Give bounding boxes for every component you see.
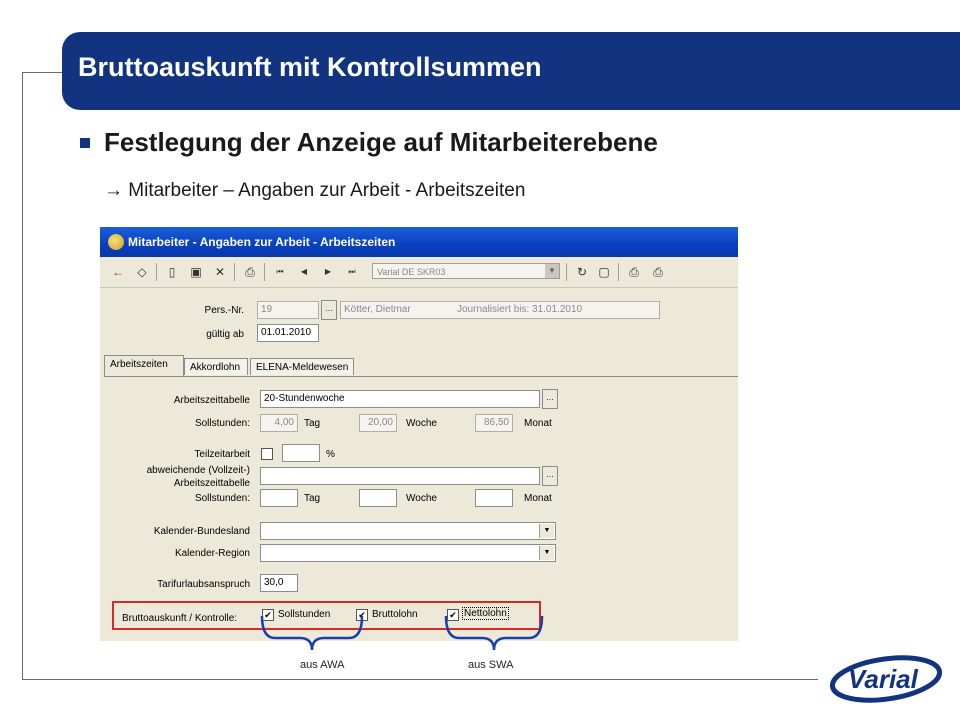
annotation-braces — [260, 615, 544, 651]
brace-awa — [260, 615, 364, 651]
annotation-aus-awa: aus AWA — [300, 659, 345, 671]
annotation-aus-swa: aus SWA — [468, 659, 514, 671]
brace-swa — [444, 615, 544, 651]
varial-logo-text: Varial — [848, 664, 918, 694]
varial-logo: Varial — [828, 654, 946, 704]
